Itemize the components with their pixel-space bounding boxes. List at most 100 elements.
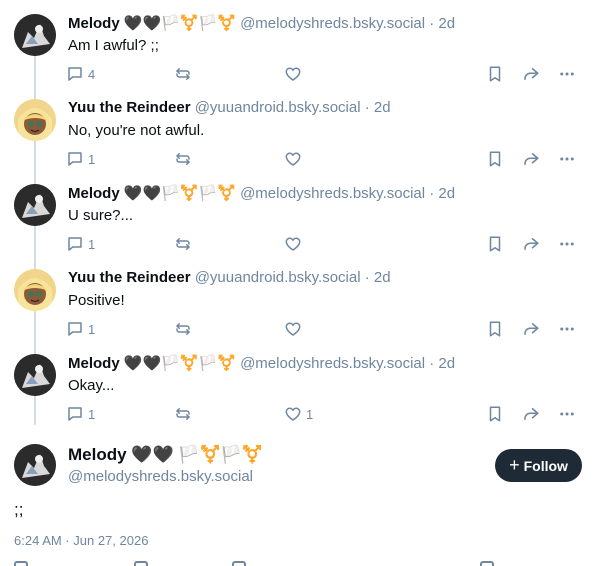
- avatar[interactable]: [14, 354, 56, 396]
- repost-icon: [174, 235, 192, 253]
- thread-post[interactable]: Yuu the Reindeer @yuuandroid.bsky.social…: [0, 85, 596, 170]
- more-options-button[interactable]: [558, 149, 576, 169]
- more-icon: [558, 235, 576, 253]
- author-handle[interactable]: @melodyshreds.bsky.social · 2d: [236, 15, 455, 32]
- thread-post[interactable]: Melody 🖤🖤🏳️⚧️🏳️⚧️ @melodyshreds.bsky.soc…: [0, 170, 596, 255]
- like-button[interactable]: 1: [284, 404, 313, 424]
- repost-button[interactable]: [174, 64, 192, 84]
- thread-post[interactable]: Melody 🖤🖤🏳️⚧️🏳️⚧️ @melodyshreds.bsky.soc…: [0, 340, 596, 425]
- like-icon: [284, 150, 302, 168]
- avatar[interactable]: [14, 99, 56, 141]
- reply-icon: [66, 405, 84, 423]
- action-bar-partial: [0, 559, 596, 566]
- author-name[interactable]: Melody 🖤🖤🏳️⚧️🏳️⚧️: [68, 15, 236, 32]
- reply-icon: [66, 320, 84, 338]
- transgender-flag-icon: 🏳️⚧️🏳️⚧️: [178, 445, 264, 464]
- reply-button[interactable]: 1: [66, 234, 95, 254]
- repost-icon: [174, 150, 192, 168]
- like-count: 1: [306, 406, 314, 422]
- share-icon: [522, 65, 540, 83]
- reply-count: 1: [88, 151, 96, 167]
- like-button[interactable]: [284, 149, 302, 169]
- thread-line: [34, 85, 36, 99]
- share-button[interactable]: [522, 319, 540, 339]
- author-name[interactable]: Yuu the Reindeer: [68, 269, 191, 286]
- more-options-button[interactable]: [558, 319, 576, 339]
- repost-icon[interactable]: [134, 561, 148, 566]
- author-name[interactable]: Melody 🖤🖤🏳️⚧️🏳️⚧️: [68, 355, 236, 372]
- author-handle[interactable]: @yuuandroid.bsky.social · 2d: [191, 99, 391, 116]
- follow-button[interactable]: + Follow: [495, 449, 582, 482]
- bookmark-icon: [486, 320, 504, 338]
- avatar[interactable]: [14, 269, 56, 311]
- reply-icon: [66, 235, 84, 253]
- like-icon[interactable]: [232, 561, 246, 566]
- avatar[interactable]: [14, 14, 56, 56]
- reply-button[interactable]: 1: [66, 149, 95, 169]
- post-header: Yuu the Reindeer @yuuandroid.bsky.social…: [68, 99, 391, 116]
- post-header: Yuu the Reindeer @yuuandroid.bsky.social…: [68, 269, 391, 286]
- post-text: Am I awful? ;;: [68, 37, 159, 54]
- thread-line: [34, 226, 36, 255]
- author-handle[interactable]: @melodyshreds.bsky.social · 2d: [236, 355, 455, 372]
- post-timestamp: 6:24 AM · Jun 27, 2026: [14, 533, 149, 548]
- bookmark-button[interactable]: [486, 149, 504, 169]
- post-text: No, you're not awful.: [68, 122, 205, 139]
- thread-line: [34, 255, 36, 269]
- reply-button[interactable]: 4: [66, 64, 95, 84]
- like-button[interactable]: [284, 319, 302, 339]
- bookmark-button[interactable]: [486, 404, 504, 424]
- share-button[interactable]: [522, 234, 540, 254]
- thread-line: [34, 340, 36, 354]
- post-header: Melody 🖤🖤🏳️⚧️🏳️⚧️ @melodyshreds.bsky.soc…: [68, 184, 455, 202]
- bookmark-button[interactable]: [486, 64, 504, 84]
- repost-button[interactable]: [174, 149, 192, 169]
- like-icon: [284, 235, 302, 253]
- thread-line: [34, 56, 36, 85]
- reply-count: 4: [88, 66, 96, 82]
- bookmark-button[interactable]: [486, 234, 504, 254]
- post-text: Positive!: [68, 292, 125, 309]
- post-actions: 1: [66, 234, 586, 254]
- share-icon: [522, 320, 540, 338]
- reply-count: 1: [88, 236, 96, 252]
- thread-post[interactable]: Melody 🖤🖤🏳️⚧️🏳️⚧️ @melodyshreds.bsky.soc…: [0, 0, 596, 85]
- bookmark-icon[interactable]: [480, 561, 494, 566]
- like-button[interactable]: [284, 64, 302, 84]
- author-name[interactable]: Yuu the Reindeer: [68, 99, 191, 116]
- thread-line: [34, 396, 36, 425]
- author-handle[interactable]: @yuuandroid.bsky.social · 2d: [191, 269, 391, 286]
- more-options-button[interactable]: [558, 234, 576, 254]
- bookmark-icon: [486, 65, 504, 83]
- repost-icon: [174, 65, 192, 83]
- author-name[interactable]: Melody 🖤🖤 🏳️⚧️🏳️⚧️: [68, 445, 263, 465]
- avatar[interactable]: [14, 184, 56, 226]
- reply-icon: [66, 65, 84, 83]
- like-icon: [284, 65, 302, 83]
- share-button[interactable]: [522, 149, 540, 169]
- like-button[interactable]: [284, 234, 302, 254]
- author-handle[interactable]: @melodyshreds.bsky.social: [68, 468, 253, 485]
- post-header: Melody 🖤🖤🏳️⚧️🏳️⚧️ @melodyshreds.bsky.soc…: [68, 354, 455, 372]
- reply-button[interactable]: 1: [66, 404, 95, 424]
- repost-button[interactable]: [174, 234, 192, 254]
- share-icon: [522, 235, 540, 253]
- share-button[interactable]: [522, 64, 540, 84]
- like-icon: [284, 320, 302, 338]
- thread-post[interactable]: Yuu the Reindeer @yuuandroid.bsky.social…: [0, 255, 596, 340]
- reply-icon[interactable]: [14, 561, 28, 566]
- avatar[interactable]: [14, 444, 56, 486]
- author-handle[interactable]: @melodyshreds.bsky.social · 2d: [236, 185, 455, 202]
- reply-button[interactable]: 1: [66, 319, 95, 339]
- bookmark-button[interactable]: [486, 319, 504, 339]
- author-name[interactable]: Melody 🖤🖤🏳️⚧️🏳️⚧️: [68, 185, 236, 202]
- more-options-button[interactable]: [558, 404, 576, 424]
- share-button[interactable]: [522, 404, 540, 424]
- reply-count: 1: [88, 321, 96, 337]
- post-header: Melody 🖤🖤🏳️⚧️🏳️⚧️ @melodyshreds.bsky.soc…: [68, 14, 455, 32]
- bookmark-icon: [486, 235, 504, 253]
- post-text: Okay...: [68, 377, 115, 394]
- more-options-button[interactable]: [558, 64, 576, 84]
- repost-button[interactable]: [174, 319, 192, 339]
- repost-button[interactable]: [174, 404, 192, 424]
